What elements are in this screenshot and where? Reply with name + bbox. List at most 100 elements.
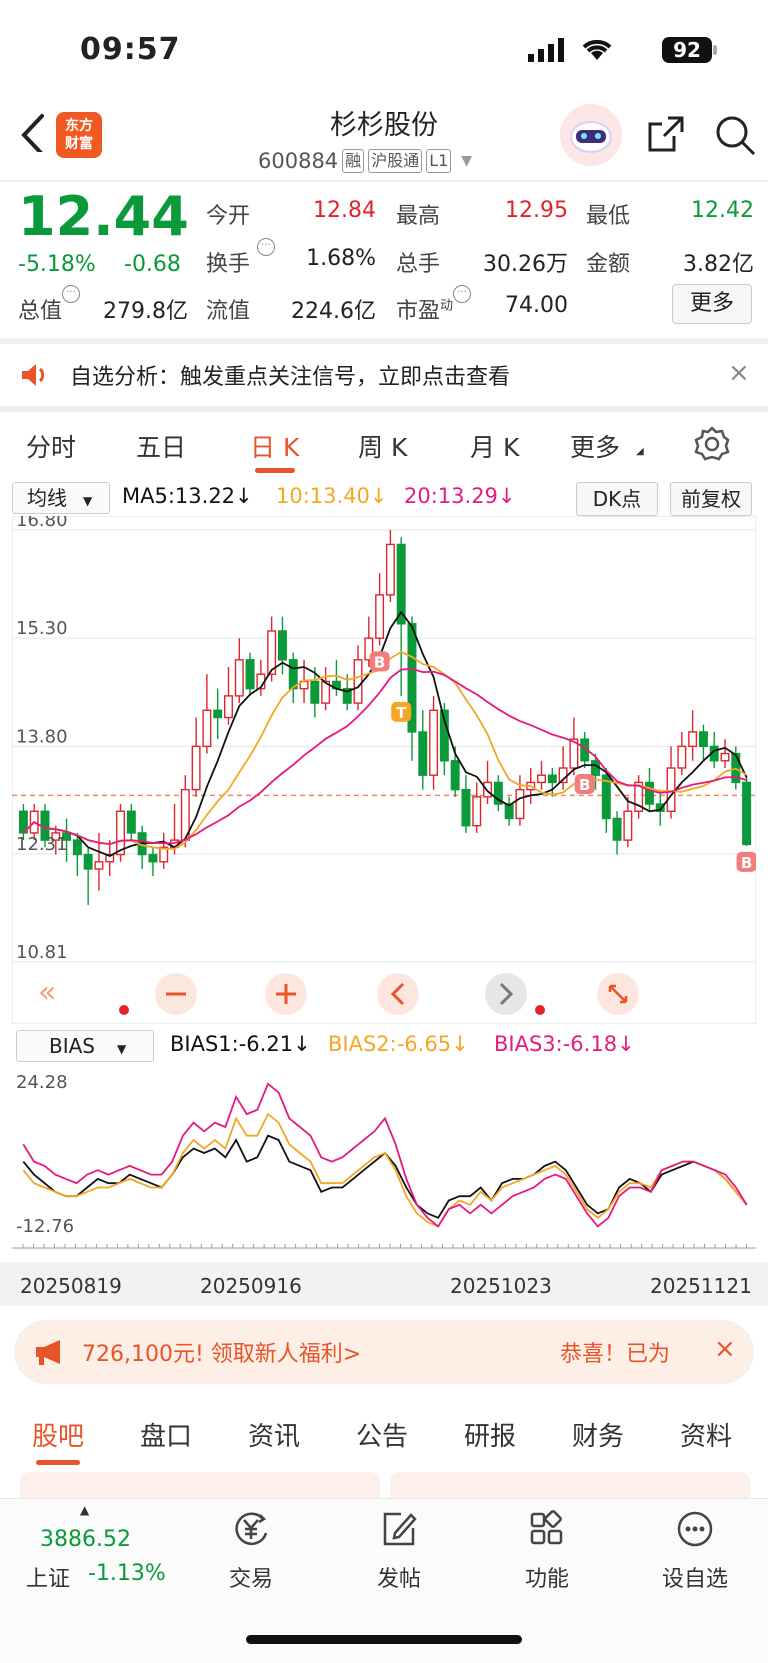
tab-orderbook[interactable]: 盘口	[140, 1416, 192, 1453]
nav-features[interactable]: 功能	[492, 1509, 602, 1593]
bias2-label: BIAS2:-6.65↓	[328, 1032, 469, 1056]
bias-chart[interactable]: 24.28 -12.76	[12, 1064, 756, 1254]
nav-trade-label: 交易	[228, 1567, 273, 1592]
volume-value: 30.26万	[483, 252, 568, 277]
candle-body	[191, 745, 201, 791]
ai-assistant-icon[interactable]	[560, 104, 622, 166]
wifi-icon	[582, 39, 612, 60]
y-tick-label: 15.30	[16, 618, 68, 639]
candle-body	[116, 810, 126, 856]
nav-features-label: 功能	[524, 1567, 569, 1592]
tab-profile[interactable]: 资料	[680, 1416, 732, 1453]
candle-body	[385, 543, 395, 596]
index-percent: -1.13%	[88, 1561, 166, 1586]
status-bar: 09:57 92	[0, 0, 768, 100]
tab-news[interactable]: 资讯	[248, 1416, 300, 1453]
date-axis: 20250819 20250916 20251023 20251121	[0, 1262, 768, 1306]
candle-body	[310, 680, 320, 704]
tab-intraday[interactable]: 分时	[26, 428, 76, 464]
mktcap-label: 总值···	[18, 285, 81, 325]
mktcap-label-text: 总值	[18, 299, 63, 324]
divider	[0, 180, 768, 182]
search-icon[interactable]	[714, 114, 756, 156]
mktcap-value: 279.8亿	[103, 299, 188, 324]
stock-code-row[interactable]: 600884 融 沪股通 L1 ▼	[258, 146, 472, 176]
info-dots-icon[interactable]: ···	[62, 285, 81, 303]
tab-daily-k[interactable]: 日 K	[250, 428, 299, 464]
connect-tag: 沪股通	[368, 149, 423, 173]
info-dots-icon[interactable]: ···	[257, 238, 276, 256]
candle-body	[666, 767, 676, 812]
price-adjust-button[interactable]: 前复权	[670, 482, 752, 516]
analysis-notice[interactable]: 自选分析：触发重点关注信号，立即点击查看 ×	[0, 344, 768, 406]
megaphone-icon	[36, 1340, 60, 1365]
forum-card-edge	[390, 1472, 750, 1498]
bias3-label: BIAS3:-6.18↓	[494, 1032, 635, 1056]
indicator-select[interactable]: BIAS ▼	[16, 1030, 154, 1062]
candle-body	[483, 781, 493, 798]
candle-body	[418, 731, 428, 776]
promo-banner[interactable]: 726,100元! 领取新人福利> 恭喜！已为 ×	[14, 1320, 754, 1384]
ma-select-label: 均线	[27, 486, 67, 510]
ma-select[interactable]: 均线 ▼	[12, 482, 110, 514]
tab-monthly-k[interactable]: 月 K	[470, 428, 519, 464]
turnover-label: 换手 ···	[206, 238, 276, 278]
ma10-text: 10:13.40	[276, 484, 370, 508]
promo-text-secondary: 恭喜！已为	[560, 1342, 671, 1367]
battery-indicator: 92	[662, 37, 712, 63]
candle-body	[688, 731, 698, 748]
kline-chart[interactable]: 16.80 15.30 13.80 12.31 10.81 B T B B «	[12, 516, 756, 1024]
candle-body	[83, 853, 93, 870]
nav-trade[interactable]: 交易	[196, 1509, 306, 1593]
change-percent: -5.18%	[18, 252, 96, 277]
candle-body	[644, 781, 654, 805]
pe-sup: 动	[440, 298, 454, 314]
index-widget[interactable]: ▲ 3886.52 上证 -1.13%	[0, 1499, 170, 1609]
indicator-select-label: BIAS	[49, 1034, 95, 1058]
share-icon[interactable]	[646, 114, 686, 154]
info-dots-icon[interactable]: ···	[453, 285, 472, 303]
scroll-left-button[interactable]	[377, 973, 419, 1015]
ma-indicator-row: 均线 ▼ MA5:13.22↓ 10:13.40↓ 20:13.29↓ DK点 前…	[0, 480, 768, 516]
date-tick: 20251121	[650, 1274, 752, 1298]
tab-announcements[interactable]: 公告	[356, 1416, 408, 1453]
tab-finance[interactable]: 财务	[572, 1416, 624, 1453]
caret-icon: ◢	[636, 446, 644, 457]
bias-y-tick-label: 24.28	[16, 1072, 68, 1093]
amount-value: 3.82亿	[683, 252, 754, 277]
float-value: 224.6亿	[291, 299, 376, 324]
tab-forum[interactable]: 股吧	[32, 1416, 84, 1453]
grid-icon	[530, 1510, 563, 1545]
candle-body	[202, 709, 212, 748]
scroll-right-button[interactable]	[485, 973, 527, 1015]
candle-body	[698, 731, 708, 748]
tab-more[interactable]: 更多	[570, 428, 620, 464]
candle-body	[245, 659, 255, 690]
change-amount: -0.68	[124, 252, 181, 277]
tab-five-day[interactable]: 五日	[136, 428, 186, 464]
level-tag: L1	[426, 149, 452, 173]
home-indicator	[246, 1635, 522, 1644]
candle-body	[461, 788, 471, 827]
chevron-down-icon: ▼	[117, 1042, 127, 1056]
candle-body	[623, 810, 633, 841]
gear-icon[interactable]	[694, 426, 730, 462]
ma20-text: 20:13.29	[404, 484, 498, 508]
tab-weekly-k[interactable]: 周 K	[358, 428, 407, 464]
margin-tag: 融	[342, 149, 365, 173]
amount-label: 金额	[586, 252, 631, 277]
candle-body	[288, 659, 298, 690]
dk-point-button[interactable]: DK点	[576, 482, 658, 516]
bias1-label: BIAS1:-6.21↓	[170, 1032, 311, 1056]
nav-add-watchlist[interactable]: 设自选	[640, 1509, 750, 1593]
close-icon[interactable]: ×	[728, 358, 750, 388]
content-tabs: 股吧 盘口 资讯 公告 研报 财务 资料	[0, 1400, 768, 1466]
candle-body	[472, 796, 482, 827]
more-dots-icon	[677, 1511, 713, 1547]
nav-post[interactable]: 发帖	[344, 1509, 454, 1593]
index-name: 上证	[26, 1567, 71, 1592]
rewind-icon[interactable]: «	[38, 975, 56, 1010]
close-icon[interactable]: ×	[714, 1334, 736, 1364]
more-button[interactable]: 更多	[672, 284, 752, 324]
tab-research[interactable]: 研报	[464, 1416, 516, 1453]
